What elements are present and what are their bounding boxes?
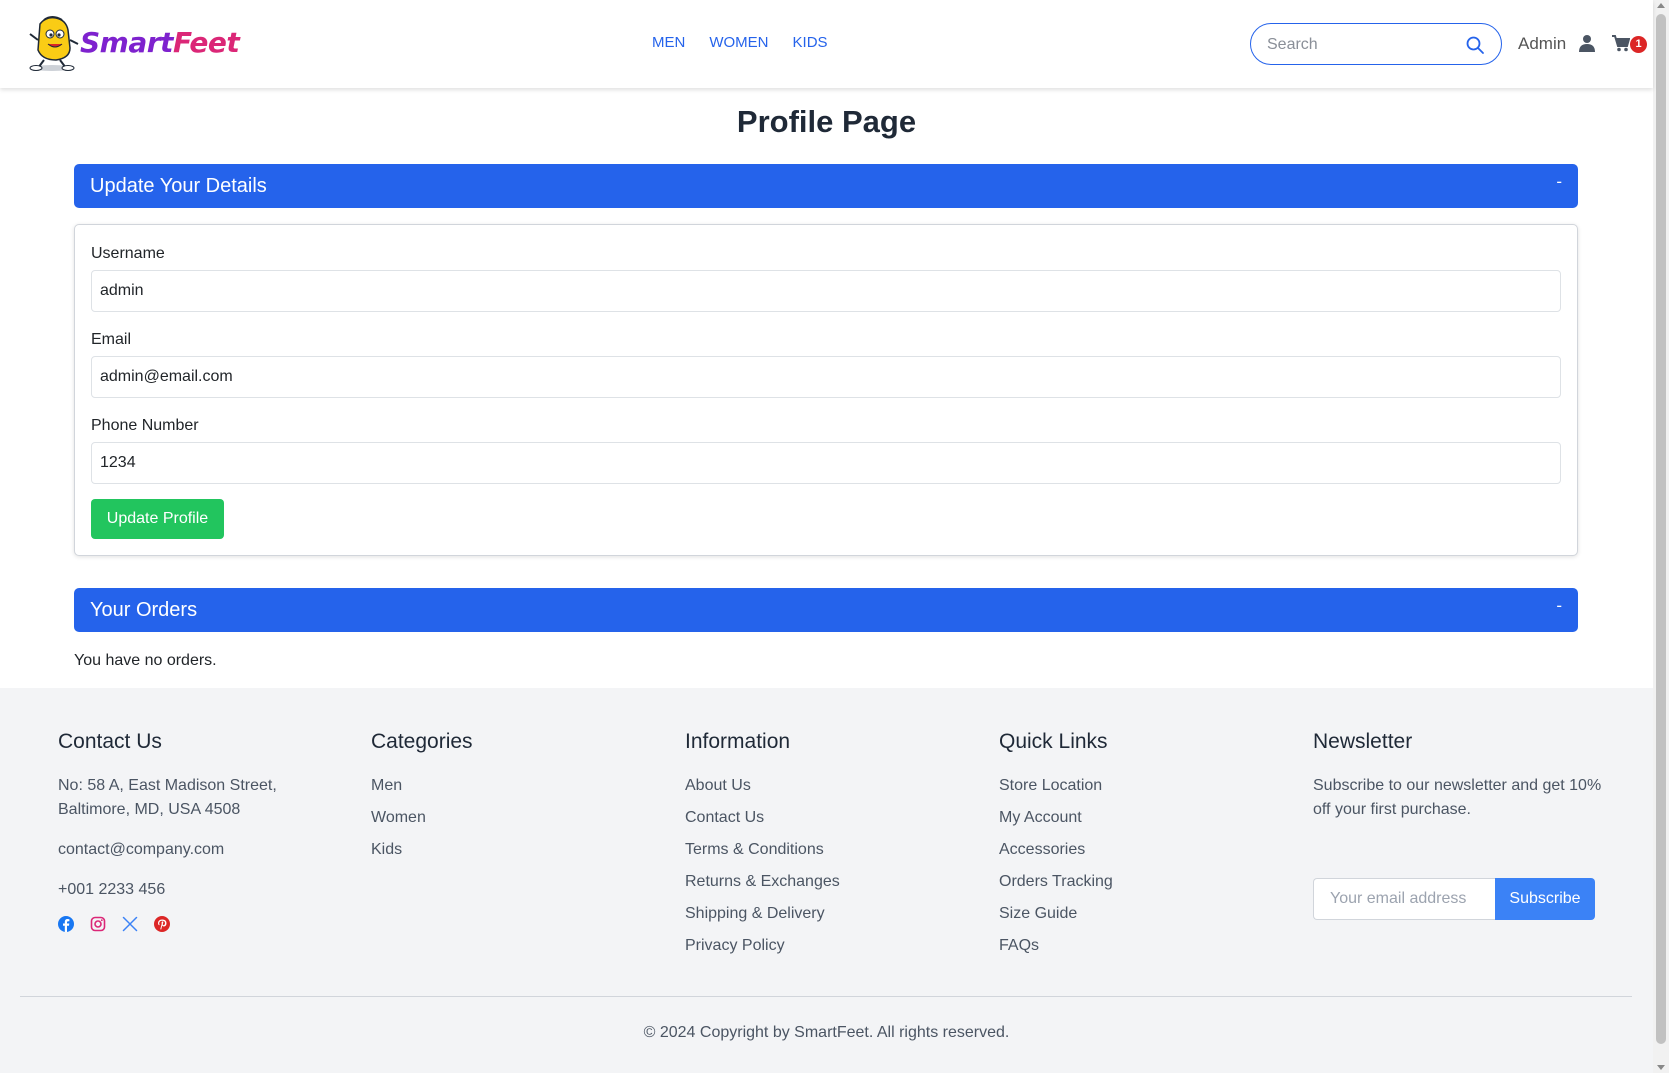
footer-contact: Contact Us No: 58 A, East Madison Street… (58, 730, 338, 902)
footer-link[interactable]: Shipping & Delivery (685, 898, 840, 930)
update-profile-button[interactable]: Update Profile (91, 499, 224, 539)
footer-heading: Newsletter (1313, 730, 1413, 753)
footer-link[interactable]: Returns & Exchanges (685, 866, 840, 898)
footer-link[interactable]: Accessories (999, 834, 1113, 866)
footer-heading: Categories (371, 730, 473, 753)
logo-text: SmartFeet (80, 26, 240, 59)
scroll-thumb[interactable] (1656, 14, 1666, 1044)
contact-email[interactable]: contact@company.com (58, 838, 338, 862)
orders-section-header[interactable]: Your Orders - (74, 588, 1578, 632)
orders-section-title: Your Orders (90, 599, 198, 621)
footer-link[interactable]: Men (371, 770, 473, 802)
footer-heading: Information (685, 730, 791, 753)
footer-information: Information About Us Contact Us Terms & … (685, 730, 840, 962)
footer-link[interactable]: Privacy Policy (685, 930, 840, 962)
empty-orders-message: You have no orders. (74, 652, 217, 669)
contact-phone: +001 2233 456 (58, 881, 166, 898)
username-label: Username (91, 245, 165, 262)
footer-heading: Contact Us (58, 730, 162, 753)
address-line: Baltimore, MD, USA 4508 (58, 801, 241, 818)
nav-link-women[interactable]: WOMEN (709, 34, 768, 51)
newsletter-email-input[interactable] (1313, 878, 1495, 920)
nav-link-kids[interactable]: KIDS (793, 34, 828, 51)
nav-link-men[interactable]: MEN (652, 34, 685, 51)
main-nav: MEN WOMEN KIDS (652, 34, 828, 51)
collapse-toggle[interactable]: - (1556, 172, 1562, 192)
footer-link[interactable]: Size Guide (999, 898, 1113, 930)
footer-link[interactable]: About Us (685, 770, 840, 802)
search-box (1250, 23, 1502, 65)
address-line: No: 58 A, East Madison Street, (58, 777, 277, 794)
scroll-down-arrow-icon[interactable] (1657, 1065, 1665, 1070)
newsletter-form: Subscribe (1313, 878, 1595, 920)
details-section-header[interactable]: Update Your Details - (74, 164, 1578, 208)
footer-heading: Quick Links (999, 730, 1108, 753)
footer-link[interactable]: Women (371, 802, 473, 834)
newsletter-text: Subscribe to our newsletter and get 10% … (1313, 777, 1602, 818)
email-label: Email (91, 331, 132, 348)
email-field[interactable] (91, 356, 1561, 398)
profile-form: Username Email Phone Number Update Profi… (74, 224, 1578, 556)
instagram-icon[interactable] (90, 916, 106, 932)
x-twitter-icon[interactable] (122, 916, 138, 932)
cart-count-badge: 1 (1630, 36, 1647, 53)
facebook-icon[interactable] (58, 916, 74, 932)
phone-field[interactable] (91, 442, 1561, 484)
social-links (58, 916, 170, 932)
cart-icon[interactable] (1612, 35, 1630, 52)
footer-link[interactable]: Kids (371, 834, 473, 866)
footer-link[interactable]: Contact Us (685, 802, 840, 834)
collapse-toggle[interactable]: - (1556, 596, 1562, 616)
page-scrollbar[interactable] (1653, 0, 1669, 1073)
footer-link[interactable]: My Account (999, 802, 1113, 834)
subscribe-button[interactable]: Subscribe (1495, 878, 1595, 920)
footer-link[interactable]: Store Location (999, 770, 1113, 802)
search-input[interactable] (1267, 34, 1457, 56)
details-section-title: Update Your Details (90, 175, 267, 197)
user-name[interactable]: Admin (1518, 34, 1566, 54)
footer-newsletter: Newsletter Subscribe to our newsletter a… (1313, 730, 1603, 920)
search-icon[interactable] (1465, 35, 1485, 55)
copyright-text: © 2024 Copyright by SmartFeet. All right… (643, 1024, 1010, 1041)
page-title: Profile Page (736, 104, 917, 139)
site-header: SmartFeet MEN WOMEN KIDS Admin 1 (0, 0, 1653, 88)
username-field[interactable] (91, 270, 1561, 312)
shoe-mascot-icon (29, 16, 79, 71)
footer-link[interactable]: FAQs (999, 930, 1113, 962)
pinterest-icon[interactable] (154, 916, 170, 932)
footer-categories: Categories Men Women Kids (371, 730, 473, 866)
user-icon[interactable] (1578, 34, 1596, 52)
site-footer: Contact Us No: 58 A, East Madison Street… (0, 688, 1653, 1073)
scroll-up-arrow-icon[interactable] (1657, 3, 1665, 8)
footer-link[interactable]: Orders Tracking (999, 866, 1113, 898)
footer-divider (20, 996, 1632, 997)
phone-label: Phone Number (91, 417, 199, 434)
footer-link[interactable]: Terms & Conditions (685, 834, 840, 866)
footer-quick-links: Quick Links Store Location My Account Ac… (999, 730, 1113, 962)
logo[interactable]: SmartFeet (26, 14, 240, 74)
